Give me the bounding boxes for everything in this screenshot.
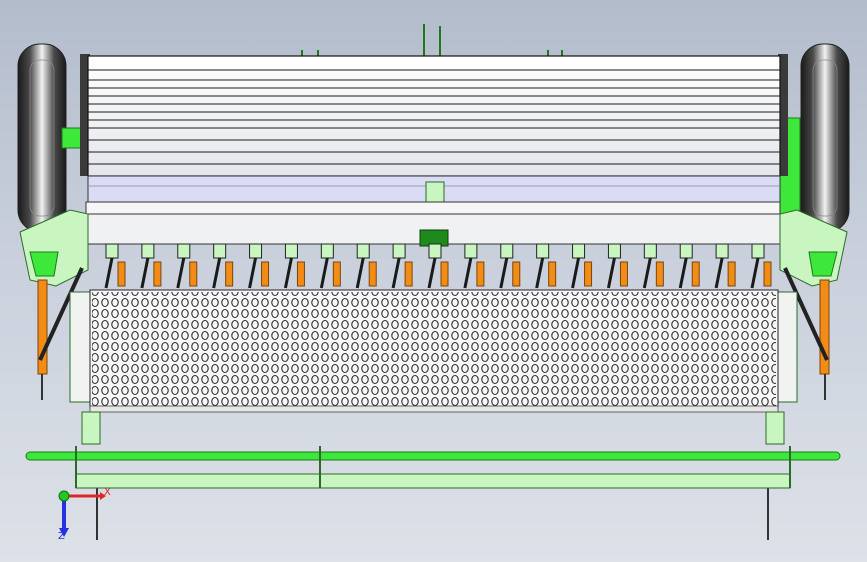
z-axis-label: Z [58,531,65,542]
drill-unit [248,243,270,289]
harrow[interactable] [69,289,798,413]
drill-unit [140,243,162,289]
seed-tubes [104,243,772,289]
left-wheel[interactable] [17,43,67,233]
drill-unit [535,243,557,289]
cad-viewport[interactable]: X Z [0,0,867,562]
drill-unit [319,243,341,289]
drill-unit [104,243,126,289]
drill-unit [606,243,628,289]
drill-unit [571,243,593,289]
drill-unit [176,243,198,289]
drill-unit [499,243,521,289]
seed-drill-model[interactable] [0,0,867,562]
drill-unit [463,243,485,289]
x-axis-label: X [104,487,111,498]
axis-triad [58,490,106,537]
seed-hopper[interactable] [80,54,788,177]
top-posts [301,24,563,56]
hopper-frame [85,175,781,247]
drill-unit [355,243,377,289]
drill-unit [212,243,234,289]
right-wheel[interactable] [800,43,850,233]
drill-unit [714,243,736,289]
drill-unit [750,243,772,289]
drill-unit [427,243,449,289]
drill-unit [391,243,413,289]
drill-unit [642,243,664,289]
drill-unit [283,243,305,289]
marker-frame[interactable] [25,446,841,489]
drill-unit [678,243,700,289]
